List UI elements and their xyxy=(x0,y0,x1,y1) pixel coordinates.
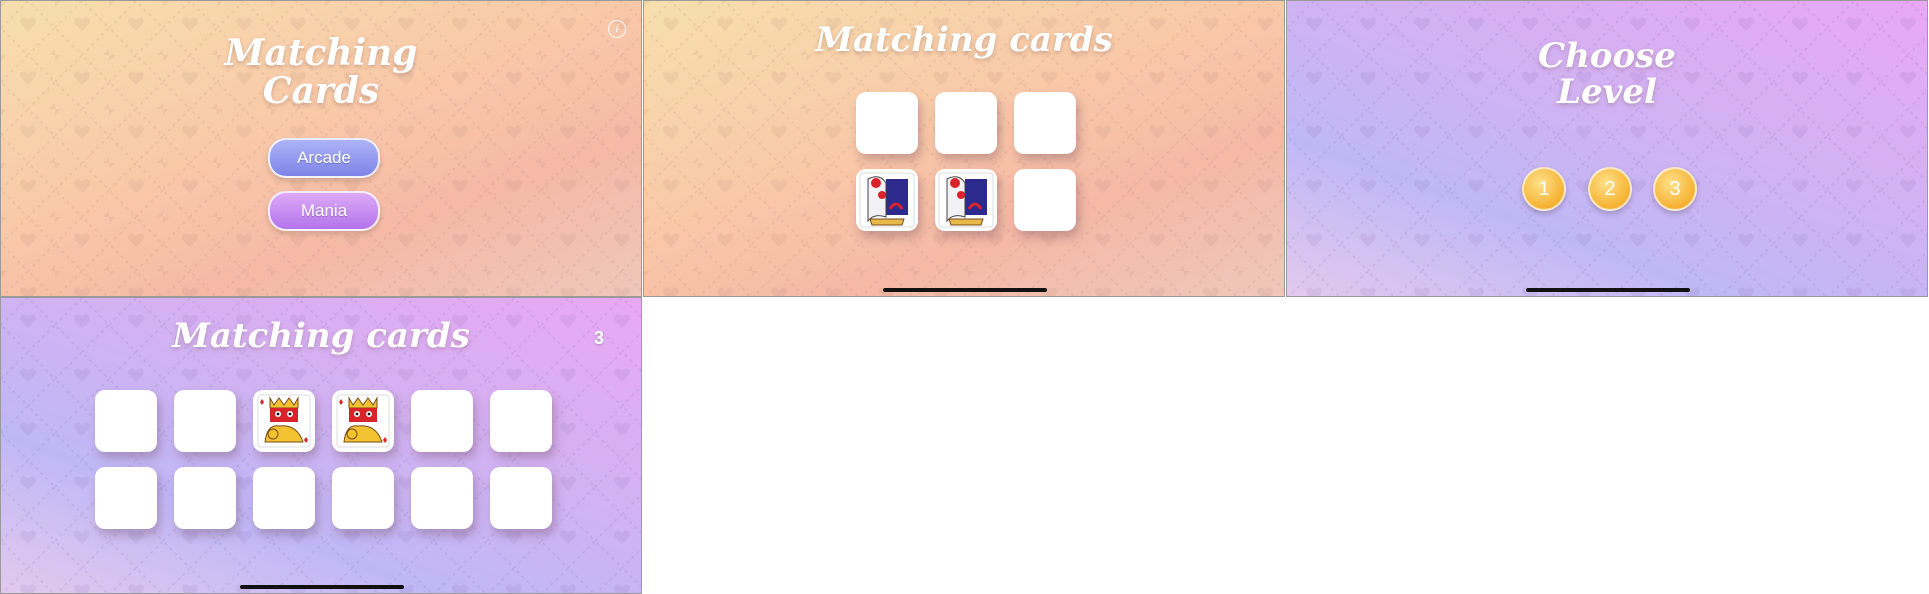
king-card-face xyxy=(336,394,390,448)
mania-button[interactable]: Mania xyxy=(268,191,380,231)
card-face-down[interactable] xyxy=(95,467,157,529)
level-select-screen: Choose Level 1 2 3 xyxy=(1286,0,1928,297)
level-title-line2: Level xyxy=(1557,72,1657,112)
card-face-down[interactable] xyxy=(411,467,473,529)
home-indicator xyxy=(883,288,1047,292)
mania-button-label: Mania xyxy=(300,201,348,220)
score-counter: 3 xyxy=(594,328,605,348)
menu-screen: Matching Cards i Arcade Mania xyxy=(0,0,642,297)
card-face-down[interactable] xyxy=(95,390,157,452)
card-face-down[interactable] xyxy=(490,390,552,452)
level-title: Choose Level xyxy=(1287,39,1927,109)
level-title-line1: Choose xyxy=(1538,36,1676,76)
home-indicator xyxy=(1526,288,1690,292)
level-3-button[interactable]: 3 xyxy=(1653,167,1697,211)
level-2-button[interactable]: 2 xyxy=(1588,167,1632,211)
info-icon[interactable]: i xyxy=(608,20,626,38)
level-3-label: 3 xyxy=(1669,177,1681,200)
card-face-up[interactable] xyxy=(253,390,315,452)
card-face-down[interactable] xyxy=(411,390,473,452)
card-face-down[interactable] xyxy=(174,467,236,529)
game-screen-large: Matching cards 3 xyxy=(0,297,642,594)
arcade-button[interactable]: Arcade xyxy=(268,138,380,178)
game-screen-small: Matching cards xyxy=(643,0,1285,297)
joker-card-face xyxy=(938,172,994,228)
game-title: Matching cards xyxy=(815,20,1113,60)
game-title: Matching cards xyxy=(172,316,470,356)
level-2-label: 2 xyxy=(1604,177,1616,200)
card-face-down[interactable] xyxy=(332,467,394,529)
joker-card-face xyxy=(859,172,915,228)
card-face-up[interactable] xyxy=(856,169,918,231)
home-indicator xyxy=(240,585,404,589)
level-1-button[interactable]: 1 xyxy=(1522,167,1566,211)
card-face-down[interactable] xyxy=(935,92,997,154)
card-face-down[interactable] xyxy=(856,92,918,154)
card-face-down[interactable] xyxy=(174,390,236,452)
king-card-face xyxy=(257,394,311,448)
menu-title-line2: Cards xyxy=(262,70,380,112)
card-face-down[interactable] xyxy=(1014,92,1076,154)
card-face-down[interactable] xyxy=(490,467,552,529)
level-1-label: 1 xyxy=(1538,177,1550,200)
card-face-down[interactable] xyxy=(253,467,315,529)
menu-title: Matching Cards xyxy=(1,35,641,109)
card-face-down[interactable] xyxy=(1014,169,1076,231)
menu-title-line1: Matching xyxy=(224,32,418,74)
card-face-up[interactable] xyxy=(332,390,394,452)
card-face-up[interactable] xyxy=(935,169,997,231)
arcade-button-label: Arcade xyxy=(297,148,351,167)
